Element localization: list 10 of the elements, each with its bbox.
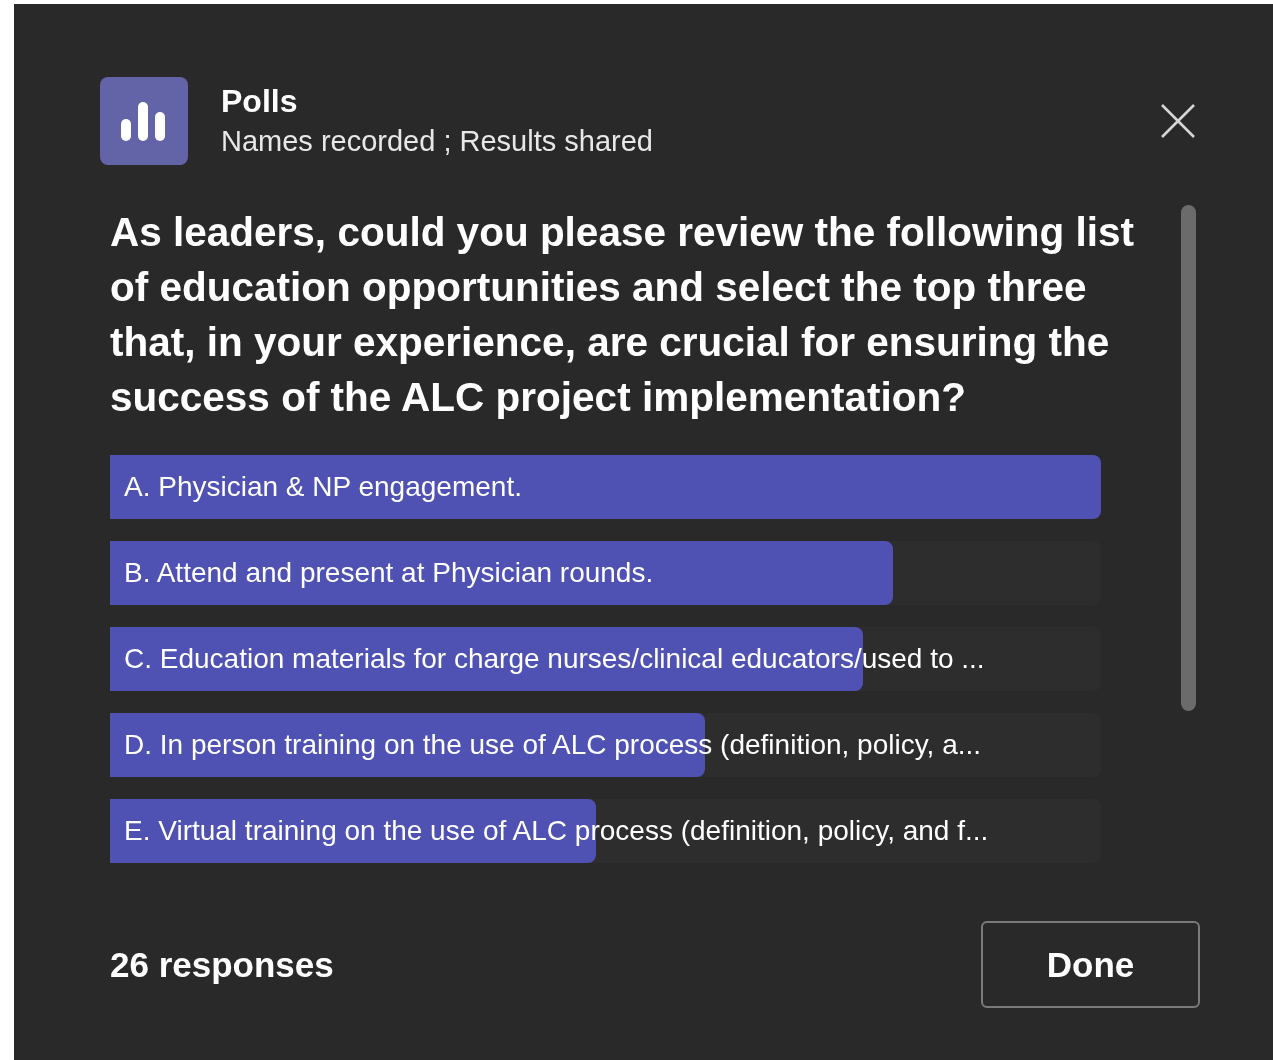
- option-label: A. Physician & NP engagement.: [123, 471, 522, 503]
- done-button[interactable]: Done: [981, 921, 1200, 1008]
- scrollbar[interactable]: [1181, 205, 1196, 711]
- poll-title: Polls: [221, 82, 299, 121]
- polls-app-icon: [100, 77, 188, 165]
- poll-question: As leaders, could you please review the following list of education opportunities and select the top three that, in your experience, are crucial for ensuring the success of the ALC project implementation?: [110, 208, 1136, 422]
- option-label: B. Attend and present at Physician rounds.: [123, 557, 654, 589]
- response-count: 26 responses: [110, 944, 334, 985]
- poll-settings: Names recorded ; Results shared: [221, 124, 654, 159]
- close-icon: [1160, 103, 1196, 139]
